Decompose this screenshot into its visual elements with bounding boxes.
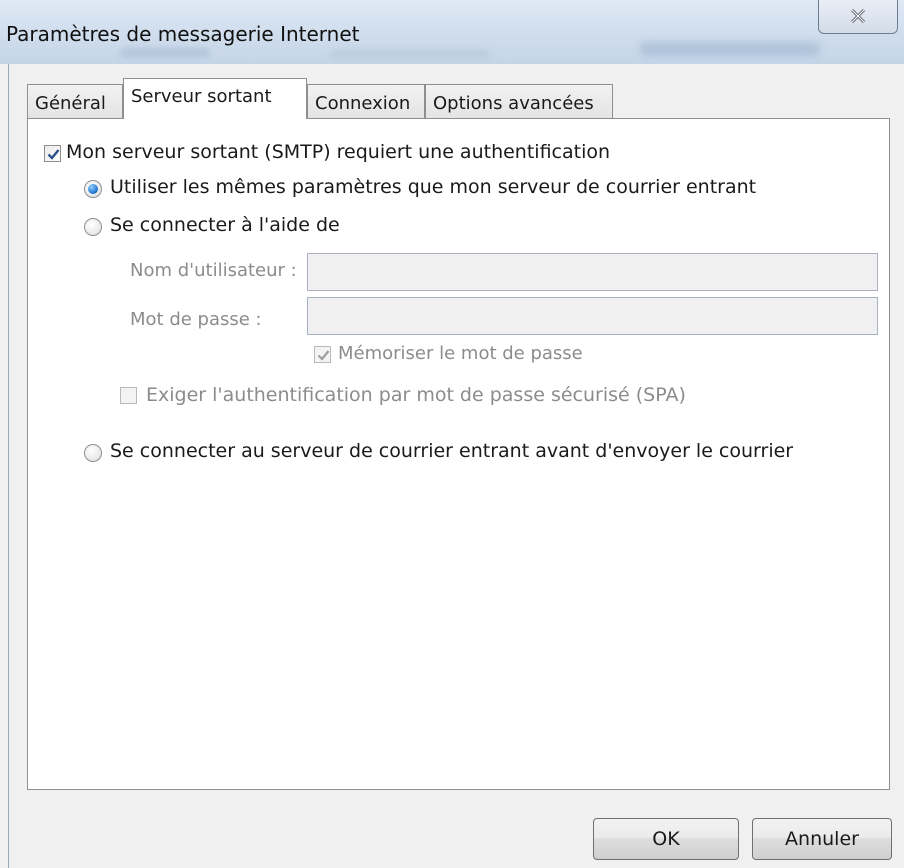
close-button[interactable] [818,0,898,34]
smtp-auth-checkbox[interactable] [44,145,61,162]
password-label: Mot de passe : [130,309,262,330]
window-title: Paramètres de messagerie Internet [6,22,360,46]
password-input[interactable] [307,297,878,335]
require-spa-label: Exiger l'authentification par mot de pas… [146,384,686,406]
connect-incoming-first-radio[interactable] [84,444,102,462]
remember-password-checkbox[interactable] [314,346,331,363]
connect-using-radio[interactable] [84,218,102,236]
tab-connexion[interactable]: Connexion [307,84,425,120]
radio-selected-dot [88,184,98,194]
close-icon [850,9,866,23]
remember-password-label: Mémoriser le mot de passe [338,343,583,364]
connect-using-label[interactable]: Se connecter à l'aide de [110,214,340,236]
connect-incoming-first-label[interactable]: Se connecter au serveur de courrier entr… [110,440,793,462]
require-spa-checkbox[interactable] [120,387,137,404]
tab-serveur-sortant[interactable]: Serveur sortant [123,78,307,119]
username-label: Nom d'utilisateur : [130,260,297,281]
checkmark-icon [47,149,60,160]
tab-options-avancees[interactable]: Options avancées [425,84,613,120]
background-blur [330,50,490,58]
username-input[interactable] [307,253,878,291]
cancel-button[interactable]: Annuler [752,818,892,860]
title-bar: Paramètres de messagerie Internet [0,0,904,64]
smtp-auth-label[interactable]: Mon serveur sortant (SMTP) requiert une … [66,141,610,163]
ok-button[interactable]: OK [593,818,739,860]
background-blur [120,48,210,58]
checkmark-icon [317,350,330,361]
same-settings-radio[interactable] [84,180,102,198]
same-settings-label[interactable]: Utiliser les mêmes paramètres que mon se… [110,176,756,198]
background-blur [640,42,820,56]
tab-general[interactable]: Général [27,84,123,120]
